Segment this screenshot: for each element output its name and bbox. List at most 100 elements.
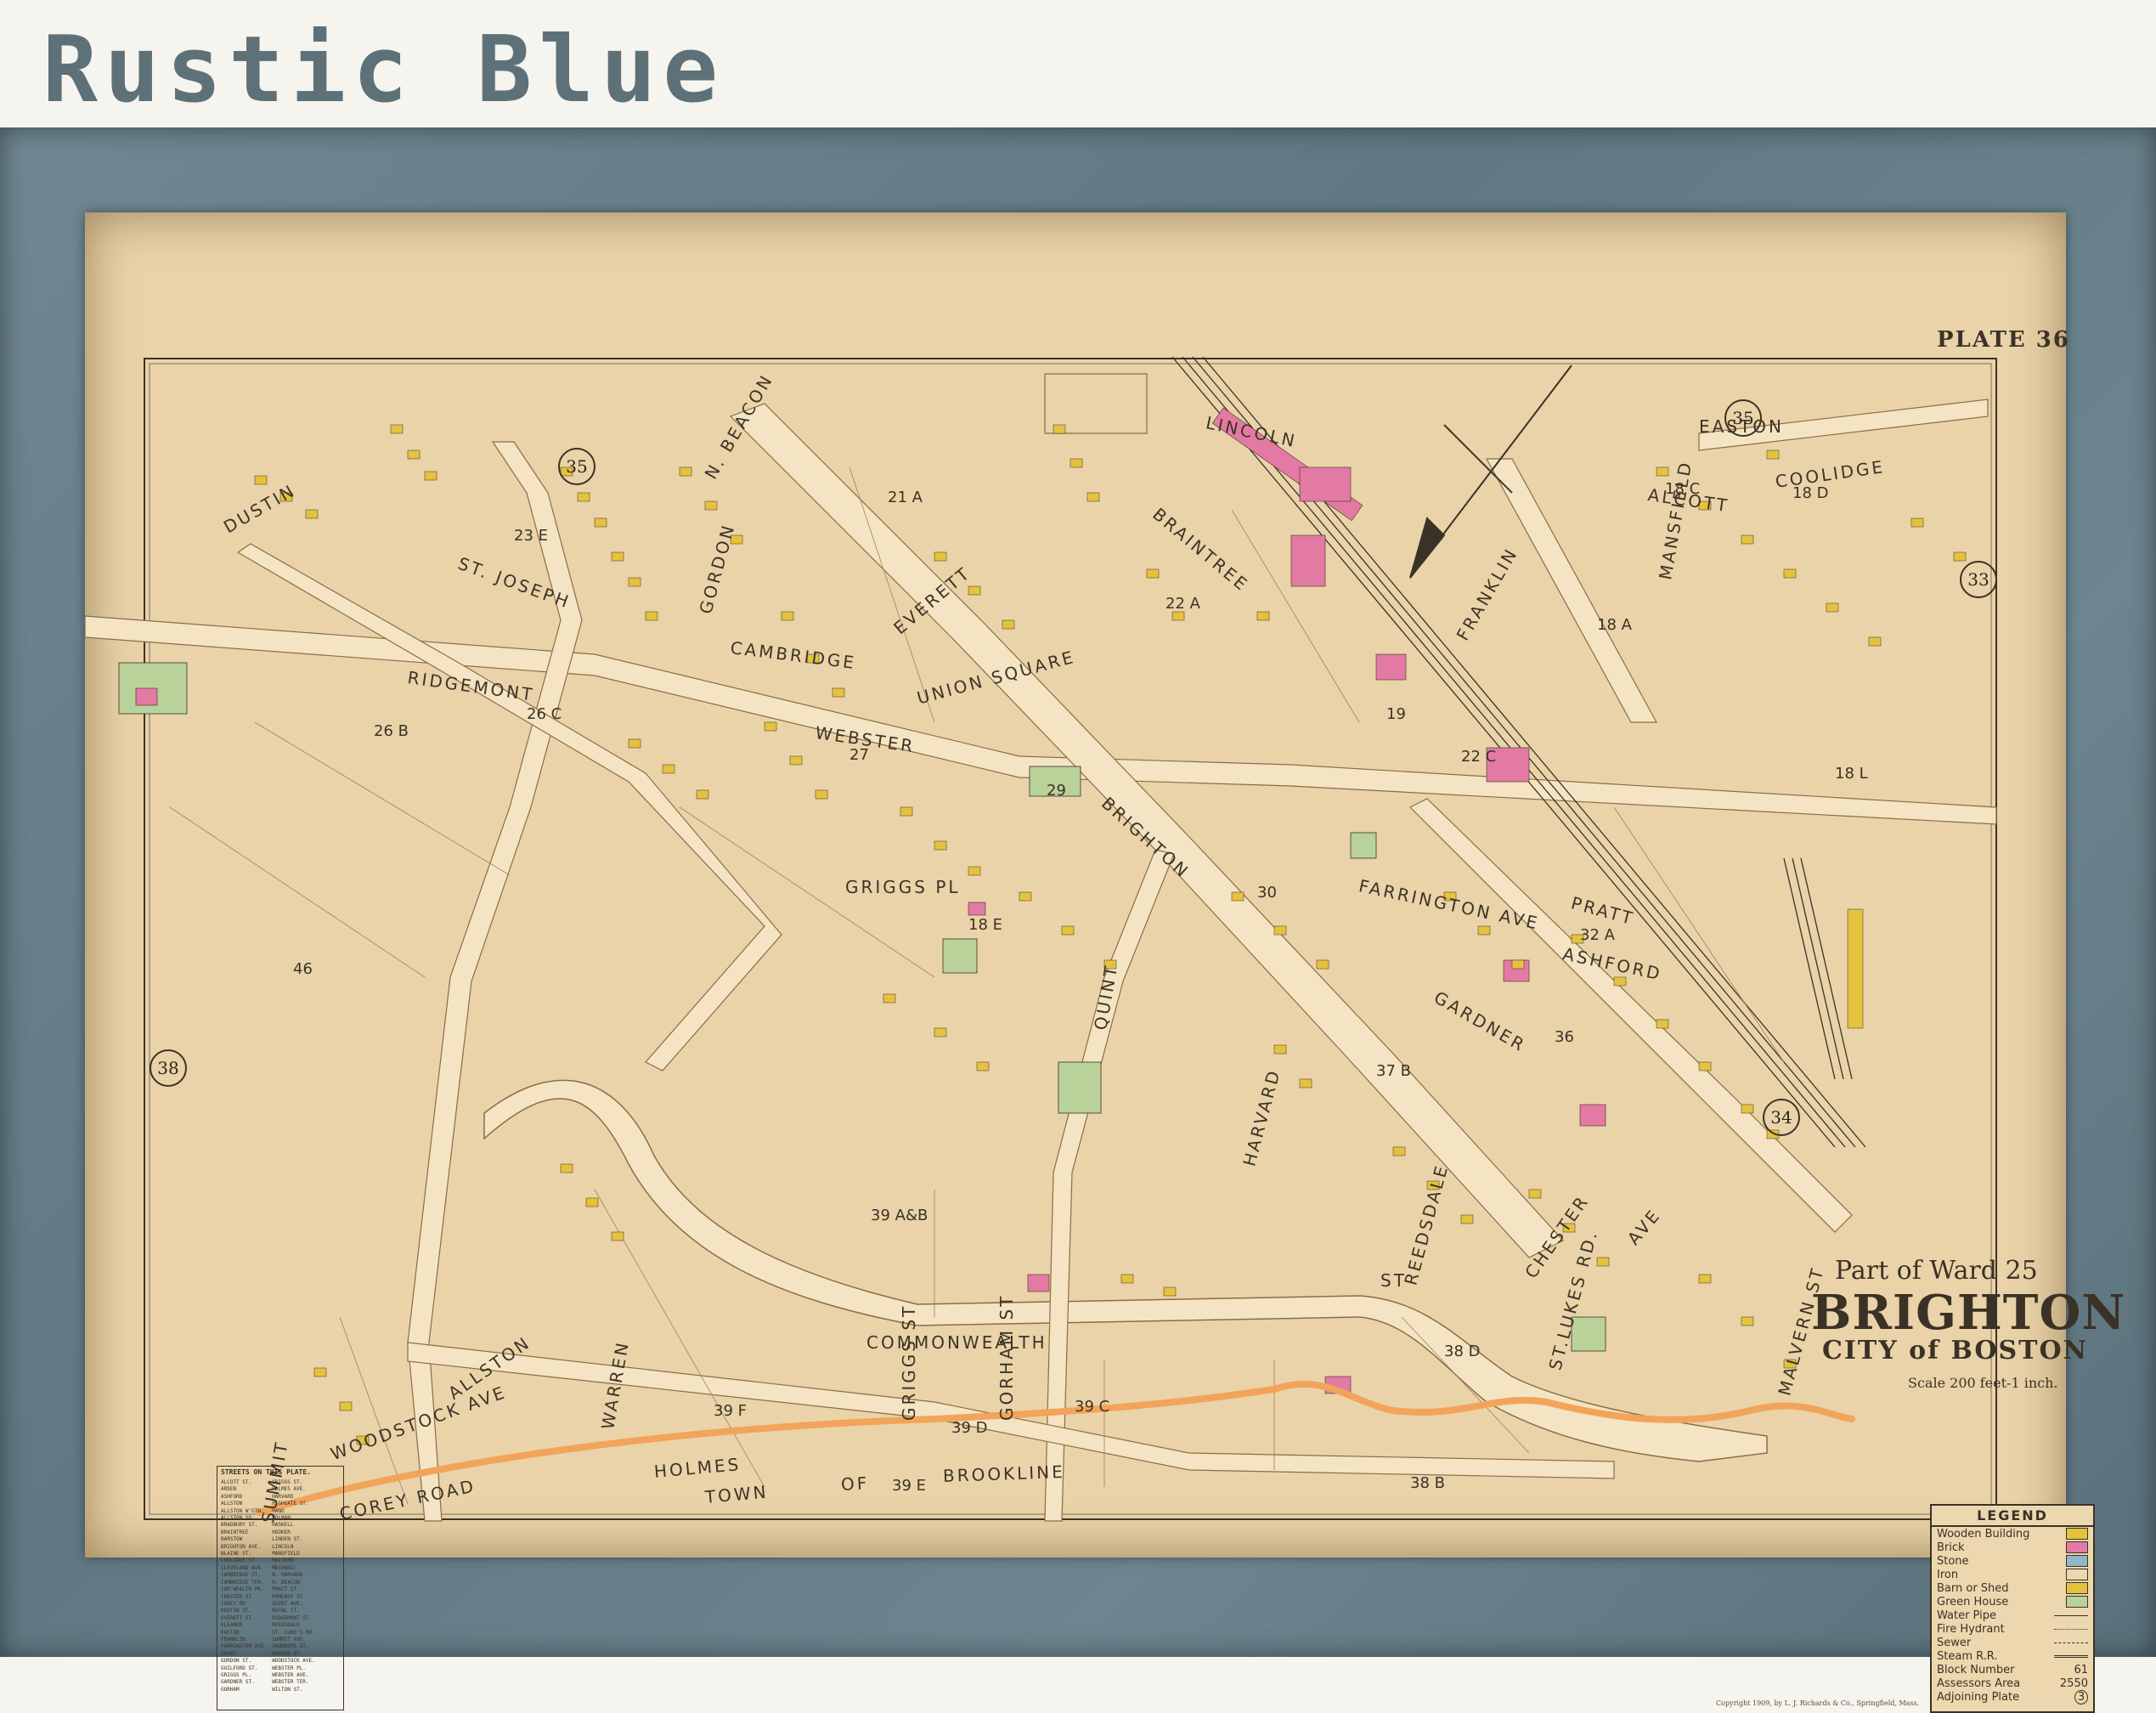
street-list-entry: GUILFORD ST. — [221, 1665, 258, 1671]
ward-label: Part of Ward 25 — [1835, 1256, 2038, 1286]
street-list-entry: FRANKLIN — [221, 1636, 246, 1642]
legend-row-assessors: Assessors Area 2550 — [1937, 1676, 2088, 1690]
block-number: 39 F — [714, 1402, 747, 1420]
legend-row-block-number: Block Number 61 — [1937, 1663, 2088, 1676]
adjoining-plate-marker: 35 — [1724, 399, 1762, 437]
legend-title: LEGEND — [1932, 1506, 2093, 1527]
street-label: GRIGGS PL — [845, 877, 961, 897]
street-list-entry: SAUNDERS ST. — [272, 1643, 309, 1650]
block-number: 27 — [849, 746, 869, 764]
street-list-entry: ARDEN — [221, 1486, 237, 1493]
street-list-entry: COREY RD — [221, 1600, 246, 1607]
street-list-entry: MECHANIC — [272, 1564, 297, 1571]
green-areas — [118, 662, 1606, 1352]
street-list-entry: BRIGHTON AVE. — [221, 1543, 261, 1550]
adjoining-plate-marker: 34 — [1763, 1099, 1800, 1136]
block-number: 19 — [1386, 705, 1406, 723]
street-list-entry: ALCOTT ST. — [221, 1479, 252, 1485]
street-label: COMMONWEALTH — [866, 1332, 1047, 1353]
street-list-entry: BARSTOW — [221, 1536, 243, 1543]
street-list-entry: ASHFORD — [221, 1493, 243, 1500]
street-list-entry: BRAINTREE — [221, 1529, 249, 1535]
street-list-entry: HOLMAN — [272, 1515, 291, 1522]
street-list-entry: LINDEN ST. — [272, 1536, 303, 1543]
street-list-entry: GORDON ST. — [221, 1658, 252, 1665]
adjoining-plate-marker: 38 — [150, 1049, 187, 1087]
street-list-entry: CLEVELAND AVE. — [221, 1564, 264, 1571]
block-number: 39 C — [1075, 1398, 1110, 1416]
city-label: CITY of BOSTON — [1822, 1336, 2089, 1365]
page-heading: Rustic Blue — [42, 17, 725, 123]
map-drawing — [85, 356, 1997, 1522]
street-list-entry: WEBSTER AVE. — [272, 1671, 309, 1678]
street-list-entry: GRIGGS PL. — [221, 1671, 252, 1678]
street-list-entry: N. BEACON — [272, 1579, 300, 1586]
street-list-entry: POMEROY ST. — [272, 1593, 306, 1600]
streets-list-col1: ALCOTT ST. ARDEN ASHFORD ALLSTON ALLSTON W'G… — [221, 1479, 267, 1693]
street-list-entry: FARRINGTON AVE. — [221, 1643, 268, 1650]
street-list-entry: WEBSTER PL. — [272, 1665, 306, 1671]
block-number: 39 E — [892, 1477, 926, 1495]
block-number: 18 C — [1665, 480, 1701, 498]
street-label: GORHAM ST — [996, 1293, 1017, 1421]
street-list-entry: GRIGGS ST. — [272, 1479, 303, 1485]
adjoining-plate-marker: 35 — [558, 448, 595, 485]
street-list-entry: ALLSTON — [221, 1501, 243, 1507]
legend-row-adjoining: Adjoining Plate 3 — [1932, 1689, 2093, 1705]
street-list-entry: WILTON ST. — [272, 1686, 303, 1693]
map-title: BRIGHTON — [1811, 1285, 2126, 1341]
streets-list-col2: GRIGGS ST. HOLMES AVE. HARVARD HIGHGATE ST.… — [272, 1479, 315, 1693]
street-list-entry: COM'WEALTH PK. — [221, 1586, 264, 1593]
street-list-entry: BLAINE ST. — [221, 1551, 252, 1558]
block-number: 18 L — [1835, 765, 1868, 783]
block-number: 23 E — [514, 527, 548, 545]
street-list-entry: REEDSDALE — [272, 1622, 300, 1629]
legend-row-water-pipe: Water Pipe — [1932, 1608, 2093, 1622]
street-list-entry: EVERETT ST. — [221, 1614, 255, 1621]
block-number: 18 E — [968, 916, 1002, 934]
street-list-entry: DUSTIN ST. — [221, 1608, 252, 1614]
block-number: 22 A — [1165, 595, 1200, 613]
street-list-entry: MALVERN — [272, 1558, 294, 1564]
legend-row-wooden: Wooden Building — [1932, 1527, 2093, 1541]
street-list-entry: HASKELL — [272, 1522, 294, 1529]
map-legend: LEGEND Wooden Building Brick Stone Iron … — [1930, 1504, 2095, 1713]
street-list-entry: HANO — [272, 1507, 285, 1514]
block-number: 32 A — [1580, 926, 1615, 944]
street-list-entry: HARVARD — [272, 1493, 294, 1500]
map-paper: PLATE 36 Part of Ward 25 BRIGHTON CITY o… — [85, 212, 2125, 1713]
street-list-entry: WEBSTER TER. — [272, 1679, 309, 1686]
street-list-entry: CHESTER ST. — [221, 1593, 255, 1600]
streets-list-title: STREETS ON THIS PLATE. — [221, 1468, 311, 1476]
adjoining-plate-marker: 33 — [1960, 561, 1997, 598]
block-number: 18 D — [1792, 484, 1829, 502]
street-list-entry: CAMBRIDGE ST. — [221, 1572, 261, 1579]
street-list-entry: BRADBURY ST. — [221, 1522, 258, 1529]
street-list-entry: ELEANOR — [221, 1622, 243, 1629]
copyright: Copyright 1909, by L. J. Richards & Co.,… — [1716, 1699, 1920, 1707]
legend-row-stone: Stone — [1932, 1554, 2093, 1568]
street-list-entry: HOLMES AVE. — [272, 1486, 306, 1493]
street-list-entry: RIDGEMONT ST. — [272, 1614, 313, 1621]
legend-row-brick: Brick — [1932, 1541, 2093, 1554]
legend-row-greenhouse: Green House — [1932, 1595, 2093, 1608]
block-number: 26 B — [374, 722, 409, 740]
legend-row-sewer: Sewer — [1932, 1636, 2093, 1649]
street-list-entry: N. HARVARD — [272, 1572, 303, 1579]
block-number: 37 B — [1376, 1062, 1411, 1080]
street-list-entry: SUMMIT AVE. — [272, 1636, 306, 1642]
street-list-entry: WOODSTOCK AVE. — [272, 1658, 315, 1665]
street-list-entry: QUINT AVE. — [272, 1600, 303, 1607]
street-list-entry: MANSFIELD — [272, 1551, 300, 1558]
block-number: 18 A — [1597, 616, 1632, 634]
block-number: 21 A — [888, 489, 923, 506]
block-number: 39 A&B — [871, 1207, 928, 1224]
street-list-entry: CAMBRIDGE TER. — [221, 1579, 264, 1586]
legend-row-hydrant: Fire Hydrant — [1932, 1622, 2093, 1636]
street-list-entry: ALLSTON SQ. — [221, 1515, 255, 1522]
street-label: GRIGGS ST — [899, 1303, 919, 1421]
block-number: 22 C — [1461, 748, 1497, 766]
street-list-entry: LINCOLN — [272, 1543, 294, 1550]
streets-on-plate-list: STREETS ON THIS PLATE. ALCOTT ST. ARDEN AS… — [217, 1466, 344, 1710]
block-number: 29 — [1047, 782, 1066, 800]
